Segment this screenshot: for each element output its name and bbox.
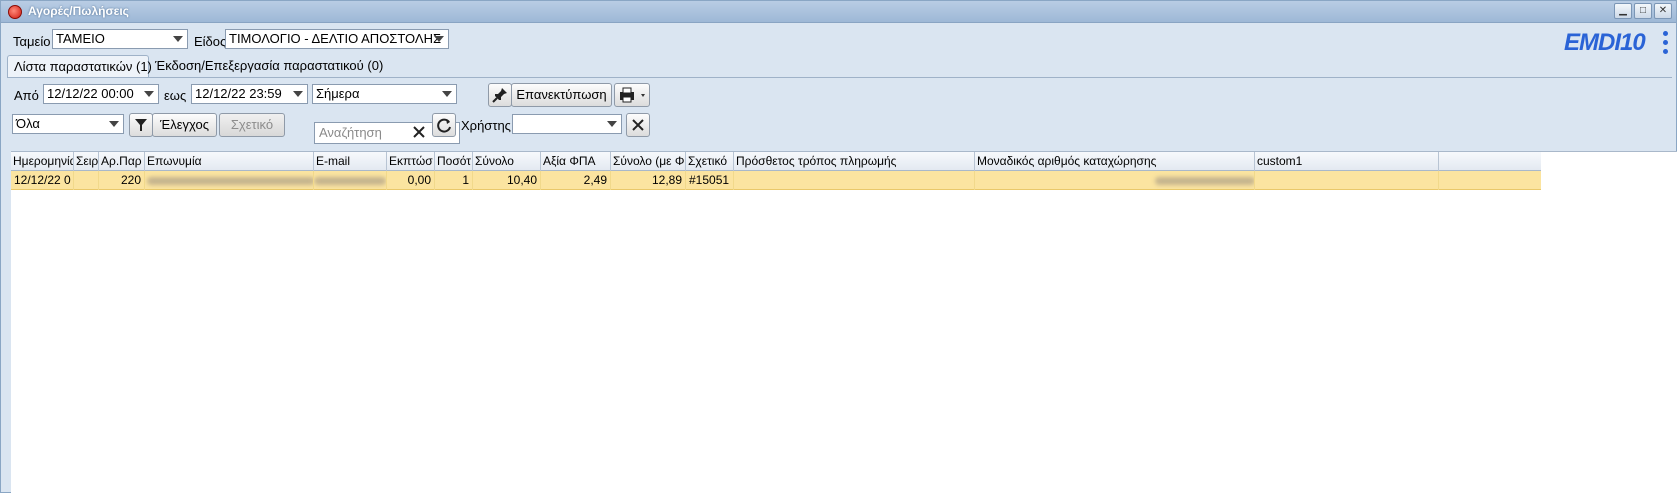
col-quantity[interactable]: Ποσότ: [435, 152, 473, 171]
col-total-with-vat[interactable]: Σύνολο (με Φ: [611, 152, 686, 171]
chevron-down-icon: [173, 36, 183, 42]
maximize-button[interactable]: □: [1634, 3, 1652, 19]
redacted-blur: [147, 177, 313, 185]
app-icon: [8, 5, 22, 19]
minimize-button[interactable]: ▁: [1614, 3, 1632, 19]
to-label: εως: [164, 88, 187, 103]
cell-quantity: 1: [435, 171, 473, 190]
pin-button[interactable]: [488, 83, 512, 107]
refresh-icon: [437, 118, 451, 133]
cell-unique-id: [975, 171, 1255, 190]
emdi-logo: EMDI10: [1564, 29, 1646, 56]
chevron-down-icon: [434, 36, 444, 42]
col-date[interactable]: Ημερομηνία: [11, 152, 74, 171]
window-title: Αγορές/Πωλήσεις: [28, 4, 129, 18]
col-custom1[interactable]: custom1: [1255, 152, 1439, 171]
printer-icon: [620, 87, 645, 103]
close-window-button[interactable]: ✕: [1654, 3, 1672, 19]
tameio-label: Ταμείο: [13, 34, 51, 49]
close-icon: [632, 119, 644, 131]
cell-series: [74, 171, 99, 190]
cell-email: [314, 171, 387, 190]
chevron-down-icon: [442, 91, 452, 97]
cell-extra-payment: [734, 171, 975, 190]
cell-date: 12/12/22 0: [11, 171, 74, 190]
chevron-down-icon: [144, 91, 154, 97]
cell-custom1: [1255, 171, 1439, 190]
cell-name: [145, 171, 314, 190]
user-dropdown[interactable]: [512, 114, 622, 134]
col-extra-payment[interactable]: Πρόσθετος τρόπος πληρωμής: [734, 152, 975, 171]
col-vat[interactable]: Αξία ΦΠΑ: [541, 152, 611, 171]
clear-user-button[interactable]: [626, 113, 650, 137]
chevron-down-icon: [109, 121, 119, 127]
tab-divider: [7, 77, 1672, 78]
documents-table[interactable]: Ημερομηνία Σειρ Αρ.Παρ Επωνυμία E-mail Ε…: [11, 151, 1677, 493]
refresh-button[interactable]: [432, 113, 456, 137]
redacted-blur: [1155, 177, 1254, 185]
status-filter-dropdown[interactable]: Όλα: [12, 114, 124, 134]
from-label: Από: [14, 88, 39, 103]
print-button[interactable]: [614, 83, 650, 107]
tameio-dropdown[interactable]: ΤΑΜΕΙΟ: [52, 29, 188, 49]
period-value: Σήμερα: [316, 86, 360, 101]
to-date-value: 12/12/22 23:59: [195, 86, 282, 101]
tab-document-list[interactable]: Λίστα παραστατικών (1): [7, 55, 152, 78]
eidos-value: ΤΙΜΟΛΟΓΙΟ - ΔΕΛΤΙΟ ΑΠΟΣΤΟΛΗΣ: [229, 31, 442, 46]
cell-total-with-vat: 12,89: [611, 171, 686, 190]
cell-vat: 2,49: [541, 171, 611, 190]
table-header: Ημερομηνία Σειρ Αρ.Παρ Επωνυμία E-mail Ε…: [11, 152, 1541, 171]
from-date-picker[interactable]: 12/12/22 00:00: [43, 84, 159, 104]
chevron-down-icon: [293, 91, 303, 97]
col-email[interactable]: E-mail: [314, 152, 387, 171]
status-filter-value: Όλα: [16, 116, 40, 131]
col-discount[interactable]: Εκπτώσ: [387, 152, 435, 171]
more-options-icon[interactable]: [1663, 31, 1669, 58]
col-number[interactable]: Αρ.Παρ: [99, 152, 145, 171]
cell-number: 220: [99, 171, 145, 190]
check-button[interactable]: Έλεγχος: [152, 113, 217, 137]
related-button[interactable]: Σχετικό: [219, 113, 285, 137]
cell-total: 10,40: [473, 171, 541, 190]
reprint-button[interactable]: Επανεκτύπωση: [511, 83, 612, 107]
cell-discount: 0,00: [387, 171, 435, 190]
period-dropdown[interactable]: Σήμερα: [312, 84, 457, 104]
eidos-dropdown[interactable]: ΤΙΜΟΛΟΓΙΟ - ΔΕΛΤΙΟ ΑΠΟΣΤΟΛΗΣ: [225, 29, 449, 49]
col-related[interactable]: Σχετικό: [686, 152, 734, 171]
redacted-blur: [314, 177, 386, 185]
cell-related: #15051: [686, 171, 734, 190]
from-date-value: 12/12/22 00:00: [47, 86, 134, 101]
table-row[interactable]: 12/12/22 0 220 0,00 1 10,40 2,49 12,89 #…: [11, 171, 1541, 190]
eidos-label: Είδος: [194, 34, 227, 49]
filter-icon: [135, 119, 147, 131]
title-bar[interactable]: Αγορές/Πωλήσεις ▁ □ ✕: [1, 1, 1676, 23]
user-label: Χρήστης: [461, 118, 511, 133]
chevron-down-icon: [607, 121, 617, 127]
clear-search-icon[interactable]: [411, 124, 427, 140]
col-name[interactable]: Επωνυμία: [145, 152, 314, 171]
col-unique-id[interactable]: Μοναδικός αριθμός καταχώρησης: [975, 152, 1255, 171]
application-window: Αγορές/Πωλήσεις ▁ □ ✕ Ταμείο ΤΑΜΕΙΟ Είδο…: [0, 0, 1677, 493]
filter-button[interactable]: [129, 113, 153, 137]
tameio-value: ΤΑΜΕΙΟ: [56, 31, 105, 46]
to-date-picker[interactable]: 12/12/22 23:59: [191, 84, 308, 104]
pin-icon: [492, 88, 507, 103]
col-series[interactable]: Σειρ: [74, 152, 99, 171]
col-total[interactable]: Σύνολο: [473, 152, 541, 171]
tab-edit-document[interactable]: Έκδοση/Επεξεργασία παραστατικού (0): [149, 55, 389, 78]
